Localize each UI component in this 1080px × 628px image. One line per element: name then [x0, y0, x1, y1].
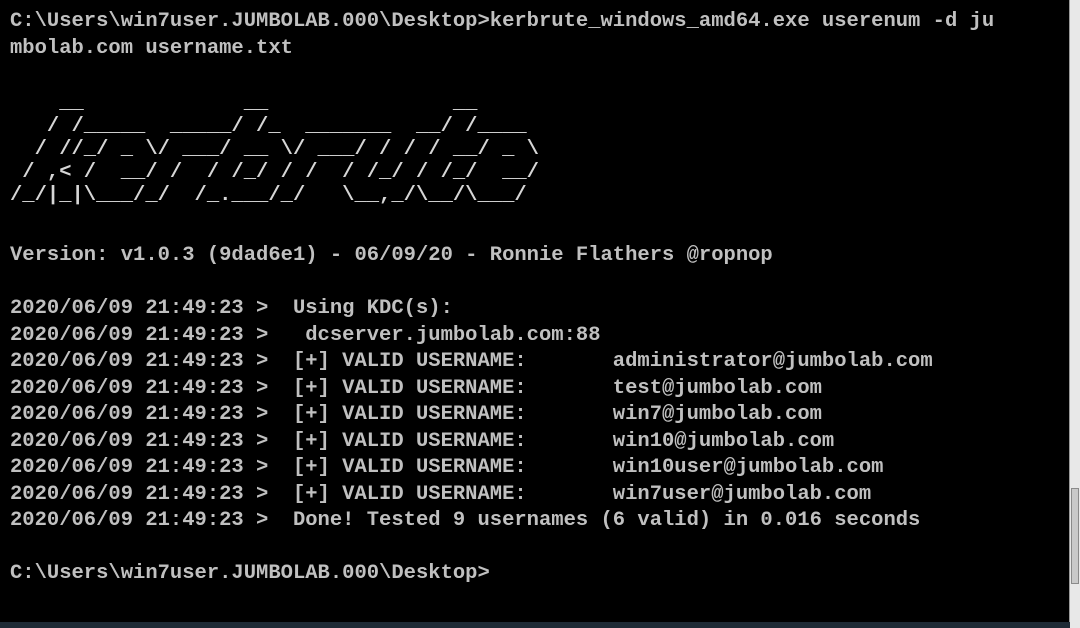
output-line: 2020/06/09 21:49:23 > dcserver.jumbolab.… — [10, 323, 601, 347]
version-line: Version: v1.0.3 (9dad6e1) - 06/09/20 - R… — [10, 244, 773, 267]
command-prompt[interactable]: C:\Users\win7user.JUMBOLAB.000\Desktop> — [10, 561, 1070, 588]
kerbrute-ascii-banner: __ __ __ / /_____ _____/ /_ _______ __/ … — [10, 92, 539, 207]
output-line: 2020/06/09 21:49:23 > [+] VALID USERNAME… — [10, 403, 822, 426]
command-line-1: C:\Users\win7user.JUMBOLAB.000\Desktop>k… — [10, 10, 995, 33]
output-line: 2020/06/09 21:49:23 > [+] VALID USERNAME… — [10, 482, 872, 506]
scrollbar-thumb[interactable] — [1071, 488, 1079, 584]
output-line: 2020/06/09 21:49:23 > Using KDC(s): — [10, 297, 453, 320]
output-line: 2020/06/09 21:49:23 > [+] VALID USERNAME… — [10, 376, 822, 400]
command-line-2: mbolab.com username.txt — [10, 36, 293, 60]
console-window[interactable]: C:\Users\win7user.JUMBOLAB.000\Desktop>k… — [0, 0, 1070, 628]
output-line: 2020/06/09 21:49:23 > [+] VALID USERNAME… — [10, 456, 884, 479]
output-line: 2020/06/09 21:49:23 > [+] VALID USERNAME… — [10, 429, 835, 453]
window-bottom-edge — [0, 622, 1070, 628]
vertical-scrollbar[interactable] — [1069, 0, 1080, 628]
output-line: 2020/06/09 21:49:23 > Done! Tested 9 use… — [10, 509, 921, 532]
output-line: 2020/06/09 21:49:23 > [+] VALID USERNAME… — [10, 350, 933, 373]
